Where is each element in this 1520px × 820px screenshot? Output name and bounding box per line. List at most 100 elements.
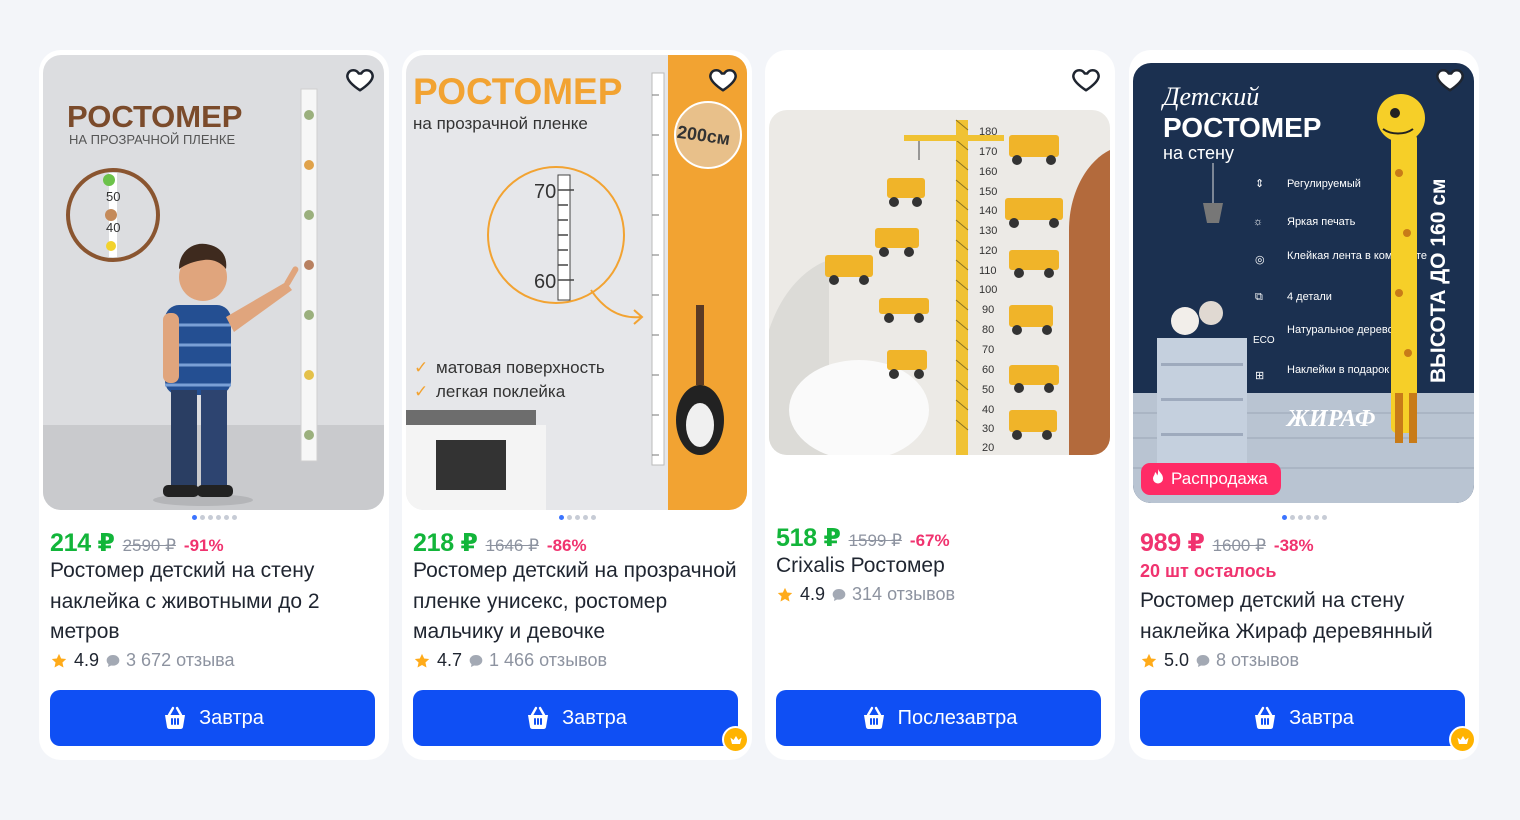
star-icon bbox=[1140, 652, 1158, 670]
rating-row: 4.9 3 672 отзыва bbox=[50, 650, 235, 671]
svg-text:◎: ◎ bbox=[1255, 254, 1265, 266]
stock-left: 20 шт осталось bbox=[1140, 561, 1277, 581]
rating-value: 4.9 bbox=[800, 584, 826, 604]
product-image[interactable]: 180 170 160 150 140 130 120 110 100 90 8… bbox=[769, 110, 1110, 455]
svg-text:на прозрачной пленке: на прозрачной пленке bbox=[413, 114, 588, 133]
svg-text:140: 140 bbox=[979, 205, 997, 217]
product-card[interactable]: Детский РОСТОМЕР на стену ⇕ Регулируемый … bbox=[1129, 50, 1479, 760]
svg-text:40: 40 bbox=[982, 404, 994, 416]
old-price: 2590 ₽ bbox=[122, 536, 176, 555]
svg-text:80: 80 bbox=[982, 324, 994, 336]
product-image[interactable]: РОСТОМЕР на прозрачной пленке 200см 70 6… bbox=[406, 55, 747, 510]
discount: -91% bbox=[183, 536, 224, 555]
svg-text:ECO: ECO bbox=[1253, 335, 1275, 346]
svg-text:20: 20 bbox=[982, 442, 994, 454]
rating-row: 4.7 1 466 отзывов bbox=[413, 650, 607, 671]
current-price: 214 ₽ bbox=[50, 529, 115, 557]
product-card[interactable]: РОСТОМЕР на прозрачной пленке 200см 70 6… bbox=[402, 50, 752, 760]
product-title[interactable]: Ростомер детский на стену наклейка с жив… bbox=[50, 556, 380, 648]
svg-text:на стену: на стену bbox=[1163, 143, 1234, 163]
star-icon bbox=[413, 652, 431, 670]
review-count: 1 466 отзывов bbox=[489, 650, 608, 670]
basket-icon bbox=[524, 704, 552, 732]
discount: -38% bbox=[1273, 536, 1314, 555]
review-bubble-icon bbox=[105, 653, 121, 669]
svg-text:легкая поклейка: легкая поклейка bbox=[436, 382, 566, 401]
add-to-cart-button[interactable]: Завтра bbox=[1140, 690, 1465, 746]
rating-row: 4.9 314 отзывов bbox=[776, 584, 955, 605]
product-card[interactable]: 180 170 160 150 140 130 120 110 100 90 8… bbox=[765, 50, 1115, 760]
favorite-heart-icon[interactable] bbox=[706, 62, 740, 96]
current-price: 989 ₽ bbox=[1140, 529, 1205, 557]
svg-text:160: 160 bbox=[979, 166, 997, 178]
price-row: 218 ₽ 1646 ₽ -86% bbox=[413, 528, 587, 558]
product-title[interactable]: Ростомер детский на прозрачной пленке ун… bbox=[413, 556, 743, 648]
svg-text:4 детали: 4 детали bbox=[1287, 291, 1332, 303]
review-count: 314 отзывов bbox=[852, 584, 956, 604]
review-count: 8 отзывов bbox=[1216, 650, 1300, 670]
svg-text:Натуральное дерево: Натуральное дерево bbox=[1287, 324, 1394, 336]
product-title[interactable]: Ростомер детский на стену наклейка Жираф… bbox=[1140, 586, 1470, 647]
svg-text:70: 70 bbox=[534, 181, 556, 203]
svg-text:50: 50 bbox=[106, 189, 120, 204]
delivery-label: Послезавтра bbox=[897, 706, 1018, 729]
add-to-cart-button[interactable]: Послезавтра bbox=[776, 690, 1101, 746]
favorite-heart-icon[interactable] bbox=[343, 62, 377, 96]
svg-text:Детский: Детский bbox=[1160, 82, 1259, 111]
basket-icon bbox=[161, 704, 189, 732]
rating-value: 5.0 bbox=[1164, 650, 1190, 670]
product-image[interactable]: Детский РОСТОМЕР на стену ⇕ Регулируемый … bbox=[1133, 63, 1474, 503]
review-bubble-icon bbox=[831, 587, 847, 603]
basket-icon bbox=[860, 704, 888, 732]
product-title[interactable]: Crixalis Ростомер bbox=[776, 551, 1106, 582]
svg-text:60: 60 bbox=[534, 271, 556, 293]
svg-text:✓: ✓ bbox=[414, 382, 428, 401]
review-bubble-icon bbox=[1195, 653, 1211, 669]
svg-text:⇕: ⇕ bbox=[1255, 178, 1264, 190]
favorite-heart-icon[interactable] bbox=[1069, 62, 1103, 96]
image-carousel-dots bbox=[402, 515, 752, 520]
image-carousel-dots bbox=[39, 515, 389, 520]
review-bubble-icon bbox=[468, 653, 484, 669]
favorite-heart-icon[interactable] bbox=[1433, 62, 1467, 96]
rating-value: 4.9 bbox=[74, 650, 100, 670]
sale-badge-label: Распродажа bbox=[1171, 469, 1268, 488]
add-to-cart-button[interactable]: Завтра bbox=[50, 690, 375, 746]
svg-text:150: 150 bbox=[979, 186, 997, 198]
svg-text:РОСТОМЕР: РОСТОМЕР bbox=[1163, 112, 1321, 143]
old-price: 1600 ₽ bbox=[1212, 536, 1266, 555]
product-image[interactable]: РОСТОМЕР НА ПРОЗРАЧНОЙ ПЛЕНКЕ 50 40 bbox=[43, 55, 384, 510]
discount: -67% bbox=[909, 531, 950, 550]
svg-text:РОСТОМЕР: РОСТОМЕР bbox=[413, 71, 622, 112]
svg-text:170: 170 bbox=[979, 146, 997, 158]
product-card[interactable]: РОСТОМЕР НА ПРОЗРАЧНОЙ ПЛЕНКЕ 50 40 214 … bbox=[39, 50, 389, 760]
svg-text:60: 60 bbox=[982, 364, 994, 376]
svg-text:Наклейки в подарок: Наклейки в подарок bbox=[1287, 364, 1389, 376]
basket-icon bbox=[1251, 704, 1279, 732]
rating-row: 5.0 8 отзывов bbox=[1140, 650, 1299, 671]
delivery-label: Завтра bbox=[562, 706, 627, 729]
delivery-label: Завтра bbox=[1289, 706, 1354, 729]
svg-text:Регулируемый: Регулируемый bbox=[1287, 178, 1361, 190]
star-icon bbox=[50, 652, 68, 670]
svg-text:ВЫСОТА ДО 160 см: ВЫСОТА ДО 160 см bbox=[1427, 179, 1450, 383]
svg-text:40: 40 bbox=[106, 220, 120, 235]
rating-value: 4.7 bbox=[437, 650, 463, 670]
price-row: 518 ₽ 1599 ₽ -67% bbox=[776, 523, 950, 553]
svg-text:ЖИРАФ: ЖИРАФ bbox=[1285, 406, 1375, 432]
price-row: 214 ₽ 2590 ₽ -91% bbox=[50, 528, 224, 558]
svg-text:⊞: ⊞ bbox=[1255, 370, 1264, 382]
old-price: 1599 ₽ bbox=[848, 531, 902, 550]
image-heading: РОСТОМЕР bbox=[67, 99, 242, 134]
svg-text:50: 50 bbox=[982, 384, 994, 396]
svg-text:120: 120 bbox=[979, 245, 997, 257]
star-icon bbox=[776, 586, 794, 604]
fire-icon bbox=[1151, 468, 1165, 490]
svg-text:матовая поверхность: матовая поверхность bbox=[436, 358, 605, 377]
premium-crown-icon bbox=[1449, 726, 1476, 753]
add-to-cart-button[interactable]: Завтра bbox=[413, 690, 738, 746]
current-price: 518 ₽ bbox=[776, 524, 841, 552]
svg-text:⧉: ⧉ bbox=[1255, 291, 1263, 303]
current-price: 218 ₽ bbox=[413, 529, 478, 557]
svg-text:130: 130 bbox=[979, 225, 997, 237]
